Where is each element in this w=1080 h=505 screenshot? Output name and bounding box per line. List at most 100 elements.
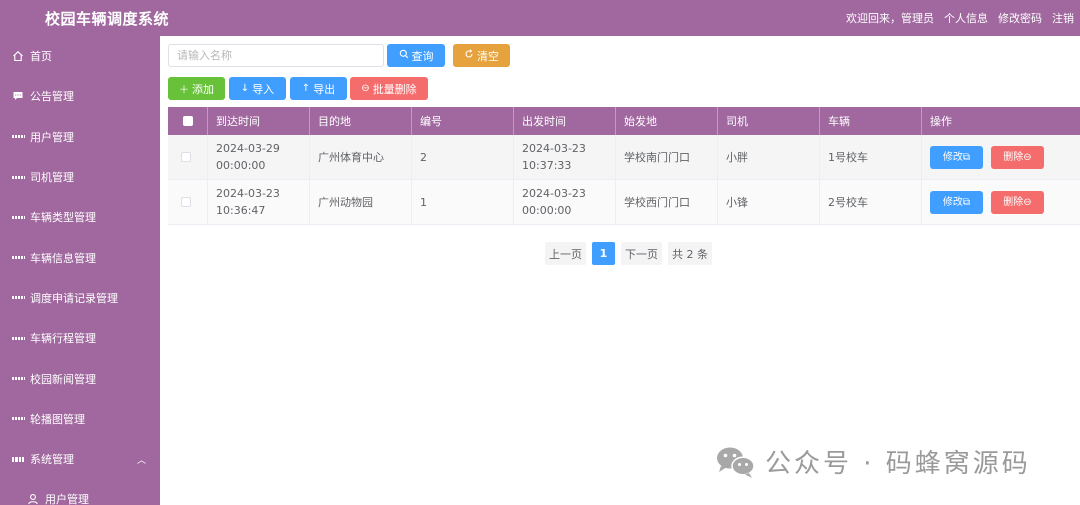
- sidebar-item-label: 首页: [30, 50, 52, 64]
- sidebar-item-label: 调度申请记录管理: [30, 291, 118, 305]
- grid-icon: [12, 252, 24, 264]
- cell-departure-time: 2024-03-23 00:00:00: [514, 180, 616, 224]
- cell-departure-time: 2024-03-23 10:37:33: [514, 135, 616, 179]
- sidebar-item-vehicle-trips[interactable]: 车辆行程管理: [0, 318, 160, 358]
- sidebar-item-campus-news[interactable]: 校园新闻管理: [0, 358, 160, 398]
- sidebar-item-label: 用户管理: [30, 130, 74, 144]
- clear-button[interactable]: 清空: [453, 44, 510, 67]
- home-icon: [12, 50, 24, 62]
- total-count: 共 2 条: [668, 242, 712, 265]
- column-header[interactable]: 始发地: [616, 107, 718, 135]
- watermark-text: 公众号 · 码蜂窝源码: [765, 449, 1031, 479]
- apps-icon: [12, 453, 24, 465]
- cell-vehicle: 2号校车: [820, 180, 922, 224]
- sidebar-subitem-users[interactable]: 用户管理: [0, 479, 160, 505]
- batch-delete-button[interactable]: ⊖ 批量删除: [350, 77, 428, 100]
- profile-link[interactable]: 个人信息: [944, 10, 988, 26]
- cell-driver: 小胖: [718, 135, 820, 179]
- change-password-link[interactable]: 修改密码: [998, 10, 1042, 26]
- column-header[interactable]: 出发时间: [514, 107, 616, 135]
- delete-button[interactable]: 删除 ⊖: [991, 190, 1044, 214]
- search-button[interactable]: 查询: [387, 44, 445, 67]
- prev-page-button[interactable]: 上一页: [545, 242, 586, 265]
- delete-button[interactable]: 删除 ⊖: [991, 145, 1044, 169]
- main-content: 查询 清空 ＋ 添加 ↓ 导入 ↑ 导出 ⊖ 批量删除 到达时间 目的地 编号 …: [160, 36, 1080, 505]
- sidebar-item-vehicle-info[interactable]: 车辆信息管理: [0, 237, 160, 277]
- pagination: 上一页 1 下一页 共 2 条: [545, 242, 712, 265]
- minus-circle-icon: ⊖: [1023, 196, 1032, 208]
- search-input[interactable]: [168, 44, 384, 67]
- grid-icon: [12, 373, 24, 385]
- minus-circle-icon: ⊖: [361, 83, 370, 94]
- top-header: 校园车辆调度系统 欢迎回来，管理员 个人信息 修改密码 注销: [0, 0, 1080, 36]
- sidebar-item-home[interactable]: 首页: [0, 36, 160, 76]
- cell-arrival-time: 2024-03-23 10:36:47: [208, 180, 310, 224]
- cell-destination: 广州动物园: [310, 180, 412, 224]
- column-header: 操作: [930, 115, 952, 128]
- cell-arrival-time: 2024-03-29 00:00:00: [208, 135, 310, 179]
- arrow-down-icon: ↓: [240, 83, 250, 94]
- sidebar: 首页 公告管理 用户管理 司机管理 车辆类型管理 车辆信息管理 调度申请记录管理…: [0, 36, 160, 505]
- table-header: 到达时间 目的地 编号 出发时间 始发地 司机 车辆 操作: [168, 107, 1080, 135]
- edit-button[interactable]: 修改 ⧉: [930, 145, 983, 169]
- page-number-button[interactable]: 1: [592, 242, 615, 265]
- export-button[interactable]: ↑ 导出: [290, 77, 347, 100]
- sidebar-item-dispatch-requests[interactable]: 调度申请记录管理: [0, 278, 160, 318]
- grid-icon: [12, 332, 24, 344]
- trips-table: 到达时间 目的地 编号 出发时间 始发地 司机 车辆 操作 2024-03-29…: [168, 107, 1080, 225]
- grid-icon: [12, 171, 24, 183]
- grid-icon: [12, 413, 24, 425]
- sidebar-item-vehicle-types[interactable]: 车辆类型管理: [0, 197, 160, 237]
- sidebar-item-label: 轮播图管理: [30, 412, 85, 426]
- column-header[interactable]: 目的地: [310, 107, 412, 135]
- edit-icon: ⧉: [962, 151, 971, 163]
- column-header[interactable]: 车辆: [820, 107, 922, 135]
- cell-number: 2: [412, 135, 514, 179]
- cell-driver: 小锋: [718, 180, 820, 224]
- add-button[interactable]: ＋ 添加: [168, 77, 225, 100]
- sidebar-item-label: 公告管理: [30, 90, 74, 104]
- column-header[interactable]: 司机: [718, 107, 820, 135]
- row-checkbox-cell: [168, 180, 208, 224]
- column-header[interactable]: 编号: [412, 107, 514, 135]
- minus-circle-icon: ⊖: [1023, 151, 1032, 163]
- edit-button[interactable]: 修改 ⧉: [930, 190, 983, 214]
- row-checkbox[interactable]: [180, 197, 191, 207]
- column-header[interactable]: 到达时间: [208, 107, 310, 135]
- next-page-button[interactable]: 下一页: [621, 242, 662, 265]
- sidebar-item-label: 系统管理: [30, 453, 74, 467]
- watermark: 公众号 · 码蜂窝源码: [715, 443, 1031, 480]
- cell-number: 1: [412, 180, 514, 224]
- sidebar-item-label: 司机管理: [30, 171, 74, 185]
- grid-icon: [12, 131, 24, 143]
- grid-icon: [12, 292, 24, 304]
- sidebar-item-label: 车辆行程管理: [30, 332, 96, 346]
- wechat-icon: [715, 445, 757, 479]
- sidebar-item-notices[interactable]: 公告管理: [0, 76, 160, 116]
- cell-actions: 修改 ⧉ 删除 ⊖: [922, 180, 1080, 224]
- sidebar-item-label: 用户管理: [45, 493, 89, 505]
- cell-vehicle: 1号校车: [820, 135, 922, 179]
- sidebar-item-system[interactable]: 系统管理 ︿: [0, 439, 160, 479]
- plus-icon: ＋: [179, 85, 189, 96]
- user-icon: [27, 493, 39, 505]
- sidebar-item-users[interactable]: 用户管理: [0, 117, 160, 157]
- logout-link[interactable]: 注销: [1052, 10, 1074, 26]
- welcome-text: 欢迎回来，管理员: [846, 12, 934, 25]
- cell-destination: 广州体育中心: [310, 135, 412, 179]
- import-button[interactable]: ↓ 导入: [229, 77, 286, 100]
- cell-origin: 学校南门门口: [616, 135, 718, 179]
- row-checkbox[interactable]: [180, 152, 191, 162]
- sidebar-item-carousel[interactable]: 轮播图管理: [0, 399, 160, 439]
- select-all-checkbox[interactable]: [182, 116, 193, 126]
- select-all-checkbox-cell: [168, 107, 208, 135]
- table-row[interactable]: 2024-03-29 00:00:00 广州体育中心 2 2024-03-23 …: [168, 135, 1080, 180]
- refresh-icon: [464, 49, 474, 62]
- search-icon: [399, 49, 409, 62]
- sidebar-item-label: 车辆类型管理: [30, 211, 96, 225]
- table-row[interactable]: 2024-03-23 10:36:47 广州动物园 1 2024-03-23 0…: [168, 180, 1080, 225]
- chat-icon: [12, 90, 24, 102]
- app-title: 校园车辆调度系统: [45, 10, 170, 28]
- sidebar-item-label: 校园新闻管理: [30, 372, 96, 386]
- sidebar-item-drivers[interactable]: 司机管理: [0, 157, 160, 197]
